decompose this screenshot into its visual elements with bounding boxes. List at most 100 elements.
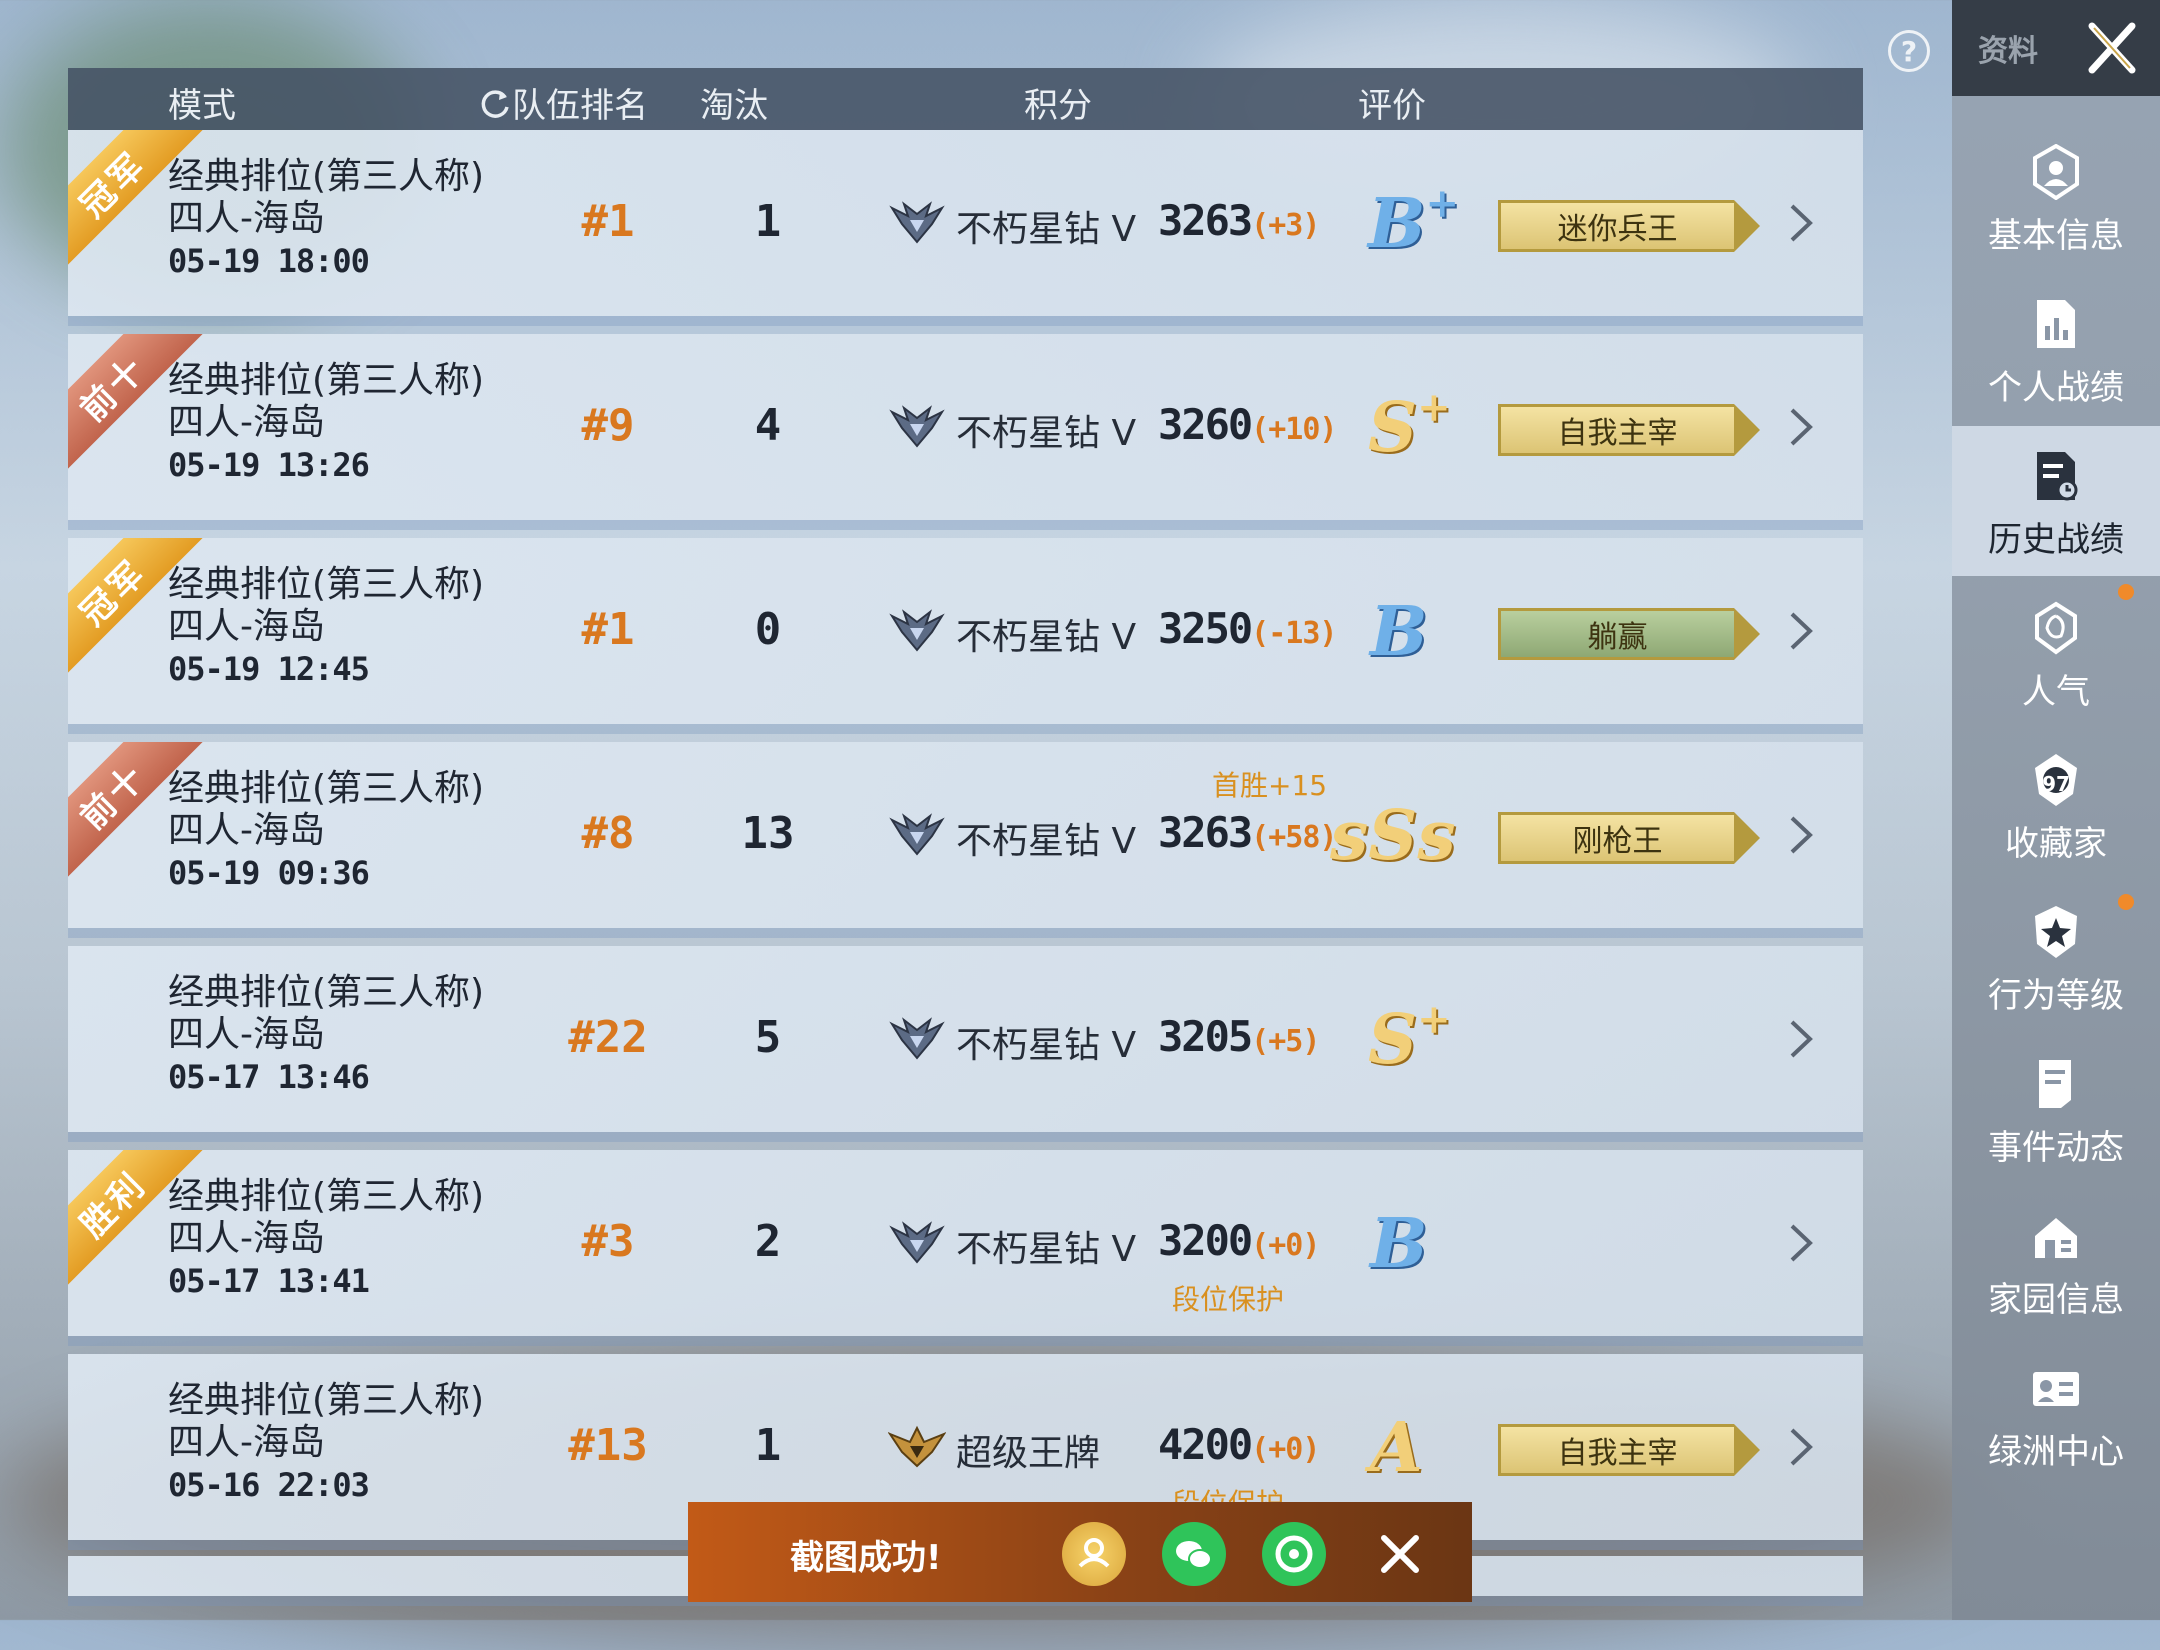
score-delta: (+5) [1251, 1024, 1320, 1059]
team-rank: #3 [581, 1216, 635, 1267]
close-icon[interactable] [2082, 18, 2142, 78]
score-number: 3200 [1158, 1216, 1253, 1265]
history-doc-icon [2031, 448, 2081, 504]
elimination-count: 1 [754, 196, 782, 247]
wechat-icon[interactable] [1162, 1522, 1226, 1586]
match-mode: 经典排位(第三人称) [168, 564, 485, 605]
behavior-shield-icon [2031, 904, 2081, 960]
match-row[interactable]: 经典排位(第三人称) 四人-海岛 05-17 13:46 #22 5 不朽星钻 V 3… [68, 946, 1863, 1132]
ace-tier-icon [887, 1422, 947, 1470]
header-team-rank[interactable]: 队伍排名 [478, 78, 648, 127]
score-number: 3250 [1158, 604, 1253, 653]
sidebar-item[interactable]: 97 收藏家 [1952, 730, 2160, 880]
score-value: 3250(-13) [1158, 604, 1337, 653]
sidebar-item-label: 收藏家 [2005, 824, 2107, 864]
match-map: 四人-海岛 [168, 606, 325, 647]
score-value: 3260(+10) [1158, 400, 1337, 449]
match-map: 四人-海岛 [168, 1218, 325, 1259]
rating-letter: B [1370, 592, 1428, 672]
chevron-right-icon[interactable] [1778, 608, 1824, 654]
match-mode: 经典排位(第三人称) [168, 1380, 485, 1421]
match-mode: 经典排位(第三人称) [168, 360, 485, 401]
sidebar-item[interactable]: 历史战绩 [1952, 426, 2160, 576]
moments-icon[interactable] [1262, 1522, 1326, 1586]
collector-level: 97 [2042, 772, 2070, 796]
elimination-count: 4 [754, 400, 782, 451]
sidebar-item[interactable]: 事件动态 [1952, 1034, 2160, 1184]
chevron-right-icon[interactable] [1778, 1424, 1824, 1470]
match-row[interactable]: 胜利 经典排位(第三人称) 四人-海岛 05-17 13:41 #3 2 不朽星钻 … [68, 1150, 1863, 1336]
sidebar-item[interactable]: 个人战绩 [1952, 274, 2160, 424]
match-row[interactable]: 冠军 经典排位(第三人称) 四人-海岛 05-19 18:00 #1 1 不朽星钻 … [68, 130, 1863, 316]
toast-message: 截图成功! [790, 1538, 942, 1578]
rating-plus: + [1417, 384, 1451, 431]
match-info: 经典排位(第三人称) 四人-海岛 05-19 12:45 [168, 564, 484, 690]
home-icon [2031, 1208, 2081, 1264]
match-mode: 经典排位(第三人称) [168, 768, 485, 809]
rating-plus: + [1425, 180, 1459, 227]
chart-doc-icon [2031, 296, 2081, 352]
chevron-right-icon[interactable] [1778, 1220, 1824, 1266]
match-time: 05-17 13:46 [168, 1058, 370, 1096]
score-delta: (+58) [1251, 820, 1337, 855]
help-icon[interactable]: ? [1888, 30, 1930, 72]
match-info: 经典排位(第三人称) 四人-海岛 05-19 18:00 [168, 156, 484, 282]
sidebar-item[interactable]: 家园信息 [1952, 1186, 2160, 1336]
chevron-right-icon[interactable] [1778, 200, 1824, 246]
chevron-right-icon[interactable] [1778, 404, 1824, 450]
match-map: 四人-海岛 [168, 402, 325, 443]
match-row[interactable]: 前十 经典排位(第三人称) 四人-海岛 05-19 09:36 #8 13 不朽星钻… [68, 742, 1863, 928]
sidebar-item[interactable]: 人气 [1952, 578, 2160, 728]
score-delta: (-13) [1251, 616, 1337, 651]
rating-plus: + [1417, 996, 1451, 1043]
diamond-tier-icon [888, 1014, 946, 1062]
match-row[interactable]: 冠军 经典排位(第三人称) 四人-海岛 05-19 12:45 #1 0 不朽星钻 … [68, 538, 1863, 724]
rating-grade: S+ [1368, 996, 1451, 1080]
rating-grade: B [1370, 592, 1427, 672]
chevron-right-icon[interactable] [1778, 812, 1824, 858]
sidebar-item[interactable]: 行为等级 [1952, 882, 2160, 1032]
title-badge: 刚枪王 [1498, 812, 1760, 864]
sidebar-item[interactable]: 绿洲中心 [1952, 1338, 2160, 1488]
title-badge: 迷你兵王 [1498, 200, 1760, 252]
chevron-right-icon[interactable] [1778, 1016, 1824, 1062]
sidebar-item-label: 历史战绩 [1988, 520, 2124, 560]
score-delta: (+10) [1251, 412, 1337, 447]
title-badge: 自我主宰 [1498, 404, 1760, 456]
match-info: 经典排位(第三人称) 四人-海岛 05-17 13:41 [168, 1176, 484, 1302]
toast-close-icon[interactable] [1368, 1522, 1432, 1586]
match-mode: 经典排位(第三人称) [168, 156, 485, 197]
diamond-tier-icon [888, 810, 946, 858]
elimination-count: 2 [754, 1216, 782, 1267]
table-header: 模式 队伍排名 淘汰 积分 评价 [68, 68, 1863, 130]
tier-name: 不朽星钻 V [956, 617, 1137, 658]
popularity-icon [2031, 600, 2081, 656]
team-rank: #22 [568, 1012, 648, 1063]
rating-letter: S [1368, 1000, 1418, 1080]
match-time: 05-19 18:00 [168, 242, 370, 280]
tier-name: 超级王牌 [956, 1433, 1101, 1474]
contact-share-icon[interactable] [1062, 1522, 1126, 1586]
match-map: 四人-海岛 [168, 1014, 325, 1055]
tier-name: 不朽星钻 V [956, 1025, 1137, 1066]
match-time: 05-16 22:03 [168, 1466, 370, 1504]
rank-protection-note: 段位保护 [1172, 1283, 1285, 1316]
sidebar-item[interactable]: 基本信息 [1952, 122, 2160, 272]
match-row[interactable]: 前十 经典排位(第三人称) 四人-海岛 05-19 13:26 #9 4 不朽星钻 … [68, 334, 1863, 520]
score-number: 4200 [1158, 1420, 1253, 1469]
header-rating: 评价 [1358, 86, 1426, 126]
rating-grade: B [1370, 1204, 1427, 1284]
match-time: 05-19 13:26 [168, 446, 370, 484]
diamond-tier-icon [888, 606, 946, 654]
elimination-count: 5 [754, 1012, 782, 1063]
match-time: 05-19 12:45 [168, 650, 370, 688]
sidebar-item-label: 家园信息 [1988, 1280, 2124, 1320]
match-info: 经典排位(第三人称) 四人-海岛 05-17 13:46 [168, 972, 484, 1098]
elimination-count: 1 [754, 1420, 782, 1471]
refresh-icon [481, 90, 509, 118]
title-badge: 躺赢 [1498, 608, 1760, 660]
match-mode: 经典排位(第三人称) [168, 972, 485, 1013]
match-info: 经典排位(第三人称) 四人-海岛 05-19 13:26 [168, 360, 484, 486]
match-map: 四人-海岛 [168, 810, 325, 851]
rating-letter: B [1370, 1204, 1428, 1284]
